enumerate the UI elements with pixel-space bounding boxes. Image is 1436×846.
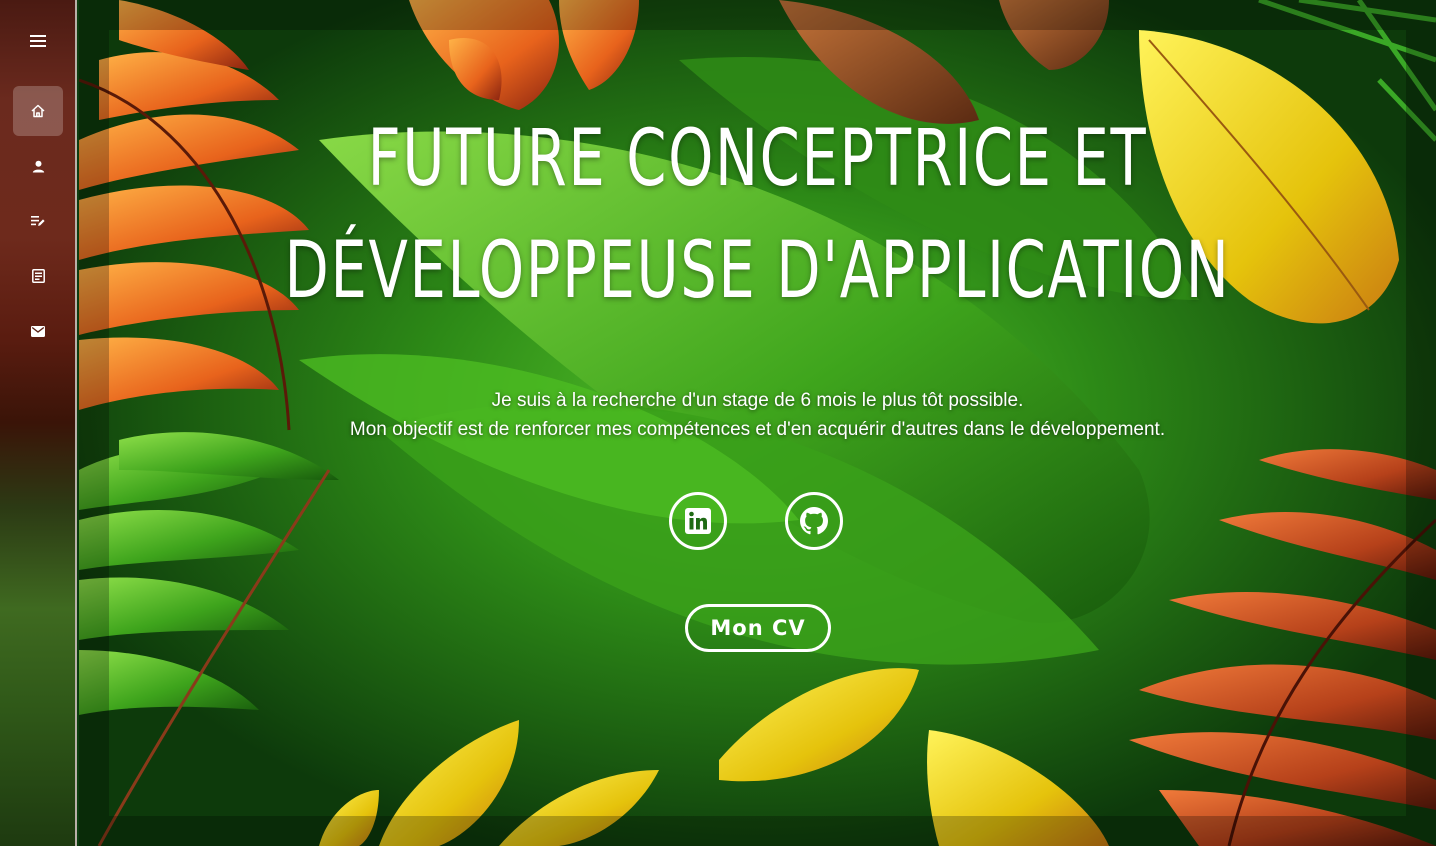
sidebar-item-contact[interactable] <box>13 306 63 356</box>
sidebar-item-home[interactable] <box>13 86 63 136</box>
sidebar-item-about[interactable] <box>13 141 63 191</box>
menu-icon <box>30 35 46 47</box>
sidebar-item-skills[interactable] <box>13 196 63 246</box>
person-icon <box>32 160 44 172</box>
hero-title-line1: FUTURE CONCEPTRICE ET <box>367 114 1148 204</box>
sidebar-item-portfolio[interactable] <box>13 251 63 301</box>
hero-title: FUTURE CONCEPTRICE ET DÉVELOPPEUSE D'APP… <box>201 103 1314 327</box>
sidebar <box>0 0 77 846</box>
home-icon <box>31 104 45 118</box>
hero-description-line1: Je suis à la recherche d'un stage de 6 m… <box>491 390 1024 411</box>
hero-description-line2: Mon objectif est de renforcer mes compét… <box>349 419 1166 440</box>
mail-icon <box>31 325 45 337</box>
linkedin-icon <box>685 508 711 534</box>
linkedin-button[interactable] <box>669 492 727 550</box>
menu-button[interactable] <box>13 16 63 66</box>
github-button[interactable] <box>785 492 843 550</box>
cv-button[interactable]: Mon CV <box>685 604 831 652</box>
hero-title-line2: DÉVELOPPEUSE D'APPLICATION <box>284 226 1231 316</box>
hero-description: Je suis à la recherche d'un stage de 6 m… <box>79 386 1436 444</box>
list-edit-icon <box>31 216 45 226</box>
contact-card-icon <box>31 269 45 283</box>
github-icon <box>800 507 828 535</box>
